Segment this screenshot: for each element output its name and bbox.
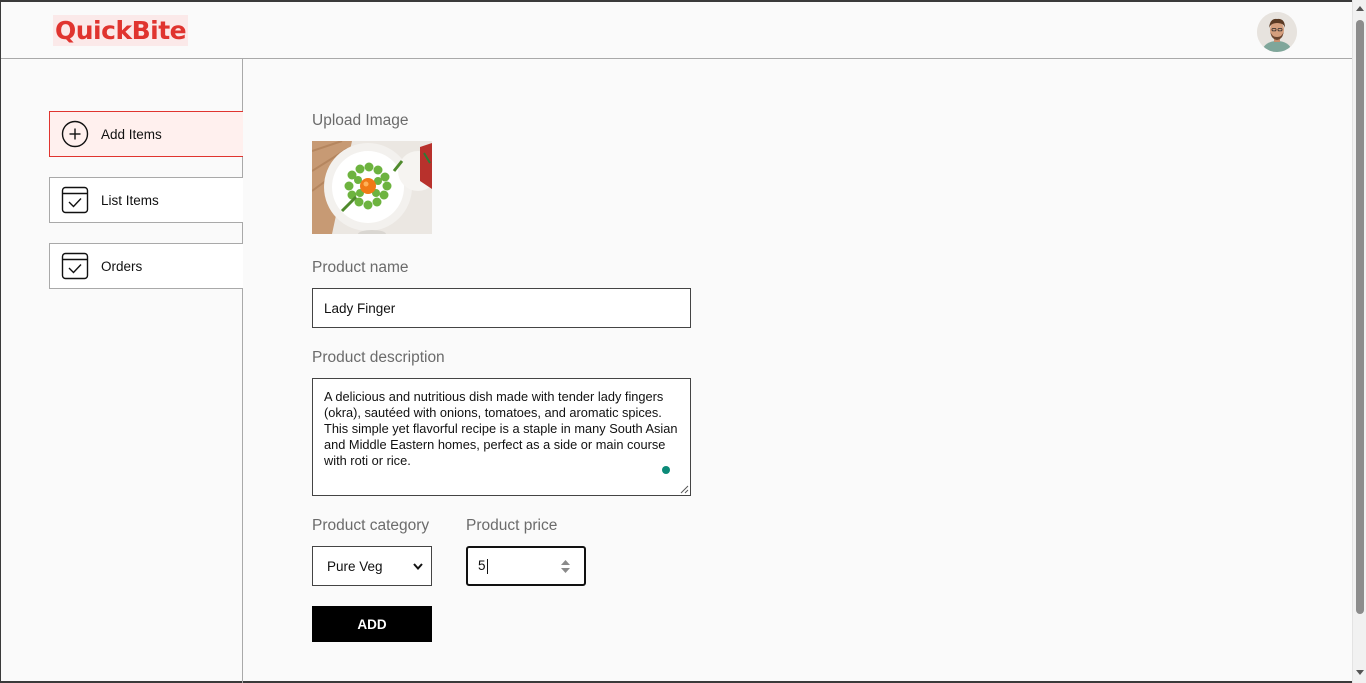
food-photo-icon xyxy=(312,141,432,234)
resize-grip-icon[interactable] xyxy=(679,484,689,494)
navbar: QuickBite xyxy=(1,2,1352,59)
app-window: QuickBite Add Items List Items Orders Up… xyxy=(0,0,1352,683)
scroll-up-icon[interactable] xyxy=(1356,5,1364,13)
product-price-input[interactable]: 5 xyxy=(466,546,586,586)
upload-image-preview[interactable] xyxy=(312,141,432,234)
scroll-down-icon[interactable] xyxy=(1356,668,1364,676)
product-category-label: Product category xyxy=(312,517,430,534)
profile-avatar-icon xyxy=(1257,12,1297,52)
category-selected-value: Pure Veg xyxy=(327,558,383,574)
stepper-down-icon[interactable] xyxy=(561,567,570,573)
sidebar-item-label: List Items xyxy=(101,192,159,208)
sidebar-item-orders[interactable]: Orders xyxy=(49,243,243,289)
product-description-input[interactable]: A delicious and nutritious dish made wit… xyxy=(312,378,691,496)
checklist-icon xyxy=(61,252,89,280)
product-name-label: Product name xyxy=(312,259,409,276)
product-description-label: Product description xyxy=(312,349,445,366)
sidebar-item-label: Add Items xyxy=(101,126,162,142)
product-name-input[interactable] xyxy=(312,288,691,328)
scroll-thumb[interactable] xyxy=(1356,20,1364,614)
price-value: 5 xyxy=(478,558,486,574)
chevron-down-icon xyxy=(413,562,423,570)
grammar-assistant-icon[interactable] xyxy=(662,466,670,474)
avatar[interactable] xyxy=(1257,12,1297,52)
sidebar: Add Items List Items Orders xyxy=(1,59,243,683)
product-category-select[interactable]: Pure Veg xyxy=(312,546,432,586)
page-scrollbar[interactable] xyxy=(1352,0,1366,683)
logo[interactable]: QuickBite xyxy=(53,15,189,46)
product-price-label: Product price xyxy=(466,517,558,534)
add-circle-icon xyxy=(61,120,89,148)
number-stepper[interactable] xyxy=(561,559,570,573)
stepper-up-icon[interactable] xyxy=(561,559,570,565)
sidebar-item-list-items[interactable]: List Items xyxy=(49,177,243,223)
sidebar-item-label: Orders xyxy=(101,258,143,274)
checklist-icon xyxy=(61,186,89,214)
upload-image-label: Upload Image xyxy=(312,112,409,129)
add-button[interactable]: ADD xyxy=(312,606,432,642)
sidebar-item-add-items[interactable]: Add Items xyxy=(49,111,243,157)
